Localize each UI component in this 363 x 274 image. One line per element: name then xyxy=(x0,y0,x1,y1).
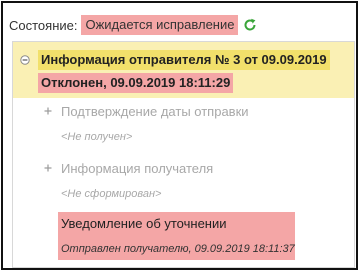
sender-group-header[interactable]: Информация отправителя № 3 от 09.09.2019… xyxy=(13,42,354,98)
expand-toggle-icon[interactable] xyxy=(43,106,53,116)
document-state-panel: Состояние: Ожидается исправление Информа… xyxy=(1,1,358,270)
exchange-tree: Информация отправителя № 3 от 09.09.2019… xyxy=(12,41,355,268)
status-value: Ожидается исправление xyxy=(81,15,239,35)
clarification-notice-title[interactable]: Уведомление об уточнении xyxy=(61,216,227,232)
expand-toggle-icon[interactable] xyxy=(43,163,53,173)
clarification-notice[interactable]: Уведомление об уточнении Отправлен получ… xyxy=(58,212,295,260)
tree-node-recipient-info[interactable]: Информация получателя xyxy=(61,161,213,177)
clarification-notice-status: Отправлен получателю, 09.09.2019 18:11:3… xyxy=(61,243,295,255)
sender-info-title[interactable]: Информация отправителя № 3 от 09.09.2019 xyxy=(38,50,330,70)
tree-node-recipient-info-status: <Не сформирован> xyxy=(61,188,162,200)
collapse-toggle-icon[interactable] xyxy=(20,55,30,65)
status-line: Состояние: Ожидается исправление xyxy=(9,15,257,35)
tree-node-send-date-confirmation[interactable]: Подтверждение даты отправки xyxy=(61,104,249,120)
sender-info-status: Отклонен, 09.09.2019 18:11:29 xyxy=(38,73,234,93)
status-label: Состояние: xyxy=(9,17,78,33)
refresh-icon[interactable] xyxy=(243,18,257,32)
tree-node-send-date-confirmation-status: <Не получен> xyxy=(61,131,133,143)
